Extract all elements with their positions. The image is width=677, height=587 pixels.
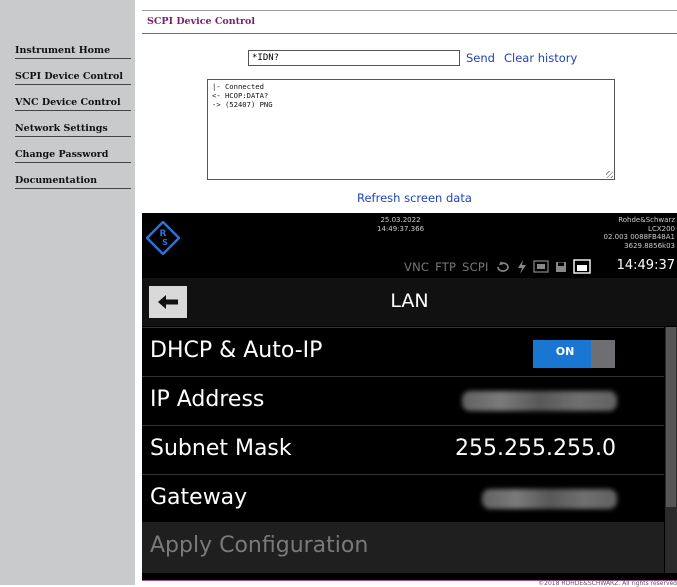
copyright-text: ©2018 ROHDE&SCHWARZ. All rights reserved (538, 580, 677, 587)
clear-history-button[interactable]: Clear history (504, 51, 577, 65)
sidebar-item-vnc-device-control[interactable]: VNC Device Control (15, 97, 131, 111)
dhcp-toggle[interactable]: ON (533, 340, 615, 368)
sidebar-item-scpi-device-control[interactable]: SCPI Device Control (15, 71, 131, 85)
dhcp-auto-ip-label: DHCP & Auto-IP (150, 338, 323, 363)
status-bar: VNC FTP SCPI (404, 259, 591, 274)
scrollbar-thumb[interactable] (666, 327, 676, 507)
title-divider (142, 33, 677, 34)
device-date: 25.03.2022 (380, 216, 421, 224)
console-line: |- Connected (212, 82, 264, 91)
console-line: <- HCOP:DATA? (212, 91, 269, 100)
rohde-schwarz-logo-icon: R S (146, 221, 180, 255)
scpi-history-console[interactable]: |- Connected <- HCOP:DATA? -> (52407) PN… (207, 79, 615, 180)
refresh-screen-data-button[interactable]: Refresh screen data (357, 191, 472, 205)
gateway-value-redacted (482, 489, 617, 509)
svg-text:S: S (162, 238, 168, 247)
gateway-row[interactable]: Gateway (142, 474, 664, 523)
sidebar-item-instrument-home[interactable]: Instrument Home (15, 45, 131, 59)
ip-address-row[interactable]: IP Address (142, 376, 664, 425)
subnet-mask-row[interactable]: Subnet Mask 255.255.255.0 (142, 425, 664, 474)
scpi-status: SCPI (462, 259, 489, 274)
device-serial: 02.003 0088FB48A1 (603, 233, 675, 241)
device-model: LCX200 (648, 224, 675, 233)
resize-grip-icon[interactable] (606, 171, 613, 178)
device-manufacturer: Rohde&Schwarz (618, 216, 675, 224)
usb-drive-icon (532, 260, 549, 273)
scpi-command-input[interactable] (248, 50, 460, 66)
device-screen[interactable]: R S 25.03.2022 14:49:37.366 Rohde&Schwar… (142, 213, 677, 580)
scrollbar[interactable] (665, 327, 677, 573)
sidebar-item-network-settings[interactable]: Network Settings (15, 123, 131, 137)
refresh-icon (496, 260, 509, 272)
sidebar-item-documentation[interactable]: Documentation (15, 175, 131, 189)
console-line: -> (52407) PNG (212, 100, 273, 109)
device-nav-bar: LAN (142, 278, 677, 326)
ip-address-value-redacted (462, 391, 617, 411)
apply-configuration-label: Apply Configuration (150, 533, 369, 558)
dhcp-auto-ip-row: DHCP & Auto-IP ON (142, 327, 664, 376)
subnet-mask-label: Subnet Mask (150, 436, 292, 461)
dhcp-toggle-state: ON (555, 345, 575, 358)
network-icon (572, 259, 591, 274)
ip-address-label: IP Address (150, 387, 265, 412)
device-clock: 14:49:37 (616, 258, 675, 273)
device-date-time: 25.03.2022 14:49:37.366 (377, 216, 424, 233)
sidebar-item-change-password[interactable]: Change Password (15, 149, 131, 163)
device-part-number: 3629.8856k03 (624, 241, 675, 250)
top-divider (142, 10, 677, 11)
lightning-icon (517, 259, 526, 274)
vnc-status: VNC (404, 259, 430, 274)
apply-configuration-button[interactable]: Apply Configuration (142, 522, 664, 573)
gateway-label: Gateway (150, 485, 248, 510)
sidebar: Instrument Home SCPI Device Control VNC … (0, 0, 135, 585)
device-info: Rohde&Schwarz LCX200 02.003 0088FB48A1 3… (603, 216, 675, 250)
send-button[interactable]: Send (466, 51, 495, 65)
floppy-icon (555, 261, 566, 272)
ftp-status: FTP (435, 259, 457, 274)
page-title: SCPI Device Control (147, 16, 256, 27)
subnet-mask-value: 255.255.255.0 (455, 436, 616, 461)
screen-title: LAN (390, 290, 429, 312)
toggle-knob (591, 340, 615, 368)
device-time: 14:49:37.366 (377, 224, 425, 233)
